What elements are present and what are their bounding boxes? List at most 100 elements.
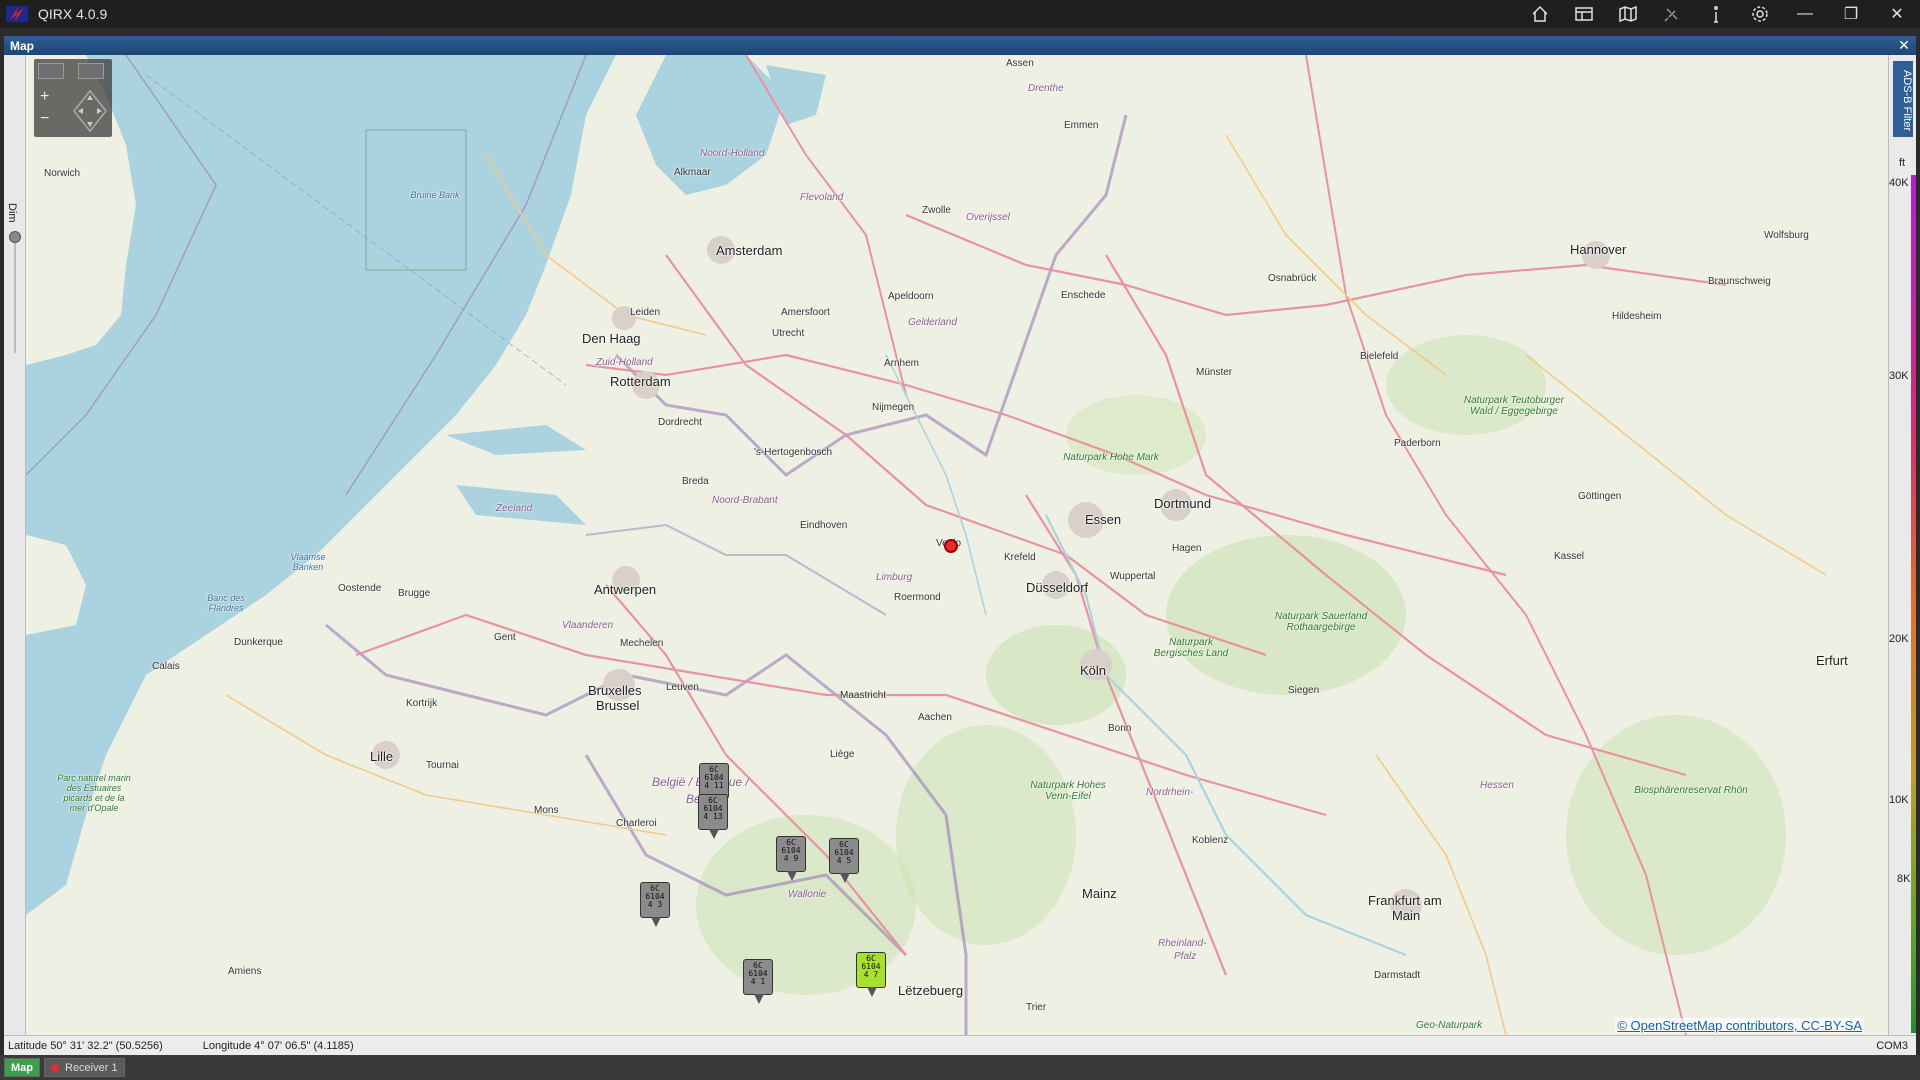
satellite-icon[interactable] [1650, 0, 1694, 28]
altitude-tick-40k: 40K [1889, 177, 1909, 189]
place-dusseldorf: Düsseldorf [1026, 580, 1089, 595]
left-sidebar: Dim [4, 55, 26, 1035]
aircraft-marker[interactable]: 6C 6104 4 9 [776, 836, 806, 881]
place-wolfsburg: Wolfsburg [1764, 230, 1809, 241]
region-gelderland: Gelderland [908, 317, 957, 328]
com-port-label: COM3 [1876, 1039, 1908, 1052]
place-mons: Mons [534, 805, 559, 816]
tab-map[interactable]: Map [4, 1058, 40, 1077]
place-den-haag: Den Haag [582, 331, 641, 346]
place-koblenz: Koblenz [1192, 835, 1229, 846]
place-zwolle: Zwolle [922, 205, 951, 216]
region-wallonie: Wallonie [788, 889, 827, 900]
place-brugge: Brugge [398, 588, 431, 599]
restore-button[interactable]: ❐ [1828, 0, 1874, 28]
place-dortmund: Dortmund [1154, 496, 1212, 511]
zoom-in-button[interactable]: + [40, 89, 49, 105]
place-essen: Essen [1085, 512, 1122, 527]
place-lille: Lille [370, 749, 394, 764]
place-koln: Köln [1080, 663, 1107, 678]
sea-banc-flandres: Banc des Flandres [207, 593, 245, 613]
layer-toggle-button-2[interactable] [78, 63, 104, 79]
receiver-location-marker[interactable] [944, 539, 958, 553]
place-emmen: Emmen [1064, 120, 1099, 131]
place-utrecht: Utrecht [772, 328, 805, 339]
place-bonn: Bonn [1108, 723, 1132, 734]
place-braunschweig: Braunschweig [1708, 276, 1771, 287]
place-mechelen: Mechelen [620, 638, 664, 649]
panel-close-icon[interactable]: ✕ [1896, 36, 1912, 55]
place-antwerpen: Antwerpen [594, 582, 657, 597]
latitude-readout: Latitude 50° 31' 32.2" (50.5256) [8, 1039, 163, 1052]
place-letzebuerg: Lëtzebuerg [898, 983, 964, 998]
aircraft-marker[interactable]: 6C 6104 4 3 [640, 882, 670, 927]
place-amersfoort: Amersfoort [781, 307, 830, 318]
place-kassel: Kassel [1554, 551, 1585, 562]
place-eindhoven: Eindhoven [800, 520, 848, 531]
altitude-tick-30k: 30K [1889, 370, 1909, 382]
minimize-button[interactable]: — [1782, 0, 1828, 28]
place-roermond: Roermond [894, 592, 941, 603]
receiver-status-icon [51, 1063, 59, 1072]
place-krefeld: Krefeld [1004, 552, 1036, 563]
gear-icon[interactable] [1738, 0, 1782, 28]
place-alkmaar: Alkmaar [674, 167, 711, 178]
place-hertogenbosch: 's-Hertogenbosch [754, 447, 833, 458]
region-vlaanderen: Vlaanderen [562, 620, 614, 631]
aircraft-marker[interactable]: 6C 6104 4 1 [743, 959, 773, 1004]
region-zeeland: Zeeland [496, 503, 533, 514]
place-frankfurt-main: Main [1392, 908, 1421, 923]
place-amiens: Amiens [228, 966, 262, 977]
altitude-color-scale [1911, 175, 1916, 1033]
place-osnabruck: Osnabrück [1268, 273, 1317, 284]
close-button[interactable]: ✕ [1874, 0, 1920, 28]
altitude-unit-label: ft [1899, 157, 1906, 169]
region-flevoland: Flevoland [800, 192, 844, 203]
dim-slider-track[interactable] [14, 233, 16, 353]
region-noord-brabant: Noord-Brabant [712, 495, 778, 506]
altitude-legend: ADS-B Filter ft 40K 30K 20K 10K 8K [1888, 55, 1916, 1035]
sea-bruine-bank: Bruine Bank [410, 190, 460, 200]
place-brussel: Brussel [596, 698, 640, 713]
window-title: QIRX 4.0.9 [38, 6, 108, 22]
home-icon[interactable] [1518, 0, 1562, 28]
place-bielefeld: Bielefeld [1360, 351, 1399, 362]
osm-attribution-link[interactable]: © OpenStreetMap contributors, CC-BY-SA [1615, 1018, 1864, 1033]
map-view[interactable]: + − Amsterdam Den Haag Rotterdam Antwerp… [26, 55, 1888, 1035]
aircraft-marker[interactable]: 6C 6104 4 13 [698, 794, 728, 839]
place-mainz: Mainz [1082, 886, 1117, 901]
aircraft-marker-selected[interactable]: 6C 6104 4 7 [856, 952, 886, 997]
pan-control-icon[interactable] [70, 89, 110, 133]
longitude-readout: Longitude 4° 07' 06.5" (4.1185) [202, 1039, 354, 1052]
region-hessen: Hessen [1480, 780, 1514, 791]
place-leuven: Leuven [666, 682, 699, 693]
park-hohe-mark: Naturpark Hohe Mark [1063, 452, 1159, 463]
sea-vlaamse-banken: Vlaamse Banken [290, 552, 326, 572]
place-dordrecht: Dordrecht [658, 417, 702, 428]
place-calais: Calais [152, 661, 180, 672]
tab-receiver-1[interactable]: Receiver 1 [44, 1058, 125, 1077]
region-pfalz: Pfalz [1174, 951, 1197, 962]
layout-icon[interactable] [1562, 0, 1606, 28]
park-opale: Parc naturel marin des Estuaires picards… [57, 773, 131, 813]
place-dunkerque: Dunkerque [234, 637, 283, 648]
place-arnhem: Arnhem [884, 358, 920, 369]
map-navigation-control: + − [34, 59, 112, 137]
layer-toggle-button[interactable] [38, 63, 64, 79]
app-logo-icon [6, 6, 28, 22]
map-icon[interactable] [1606, 0, 1650, 28]
dim-slider-handle[interactable] [9, 231, 21, 243]
aircraft-marker[interactable]: 6C 6104 4 5 [829, 838, 859, 883]
info-icon[interactable] [1694, 0, 1738, 28]
bottom-tab-bar: Map Receiver 1 [0, 1055, 1920, 1080]
park-hohes-venn: Naturpark Hohes Venn-Eifel [1030, 780, 1106, 802]
altitude-tick-8k: 8K [1897, 873, 1911, 885]
biosphere-rhon: Biosphärenreservat Rhön [1634, 785, 1748, 796]
adsb-filter-tab[interactable]: ADS-B Filter [1893, 61, 1913, 137]
place-breda: Breda [682, 476, 709, 487]
place-gent: Gent [494, 632, 516, 643]
panel-title: Map [10, 38, 34, 53]
zoom-out-button[interactable]: − [40, 111, 49, 127]
altitude-tick-20k: 20K [1889, 633, 1909, 645]
park-geo-naturpark: Geo-Naturpark [1416, 1020, 1483, 1031]
